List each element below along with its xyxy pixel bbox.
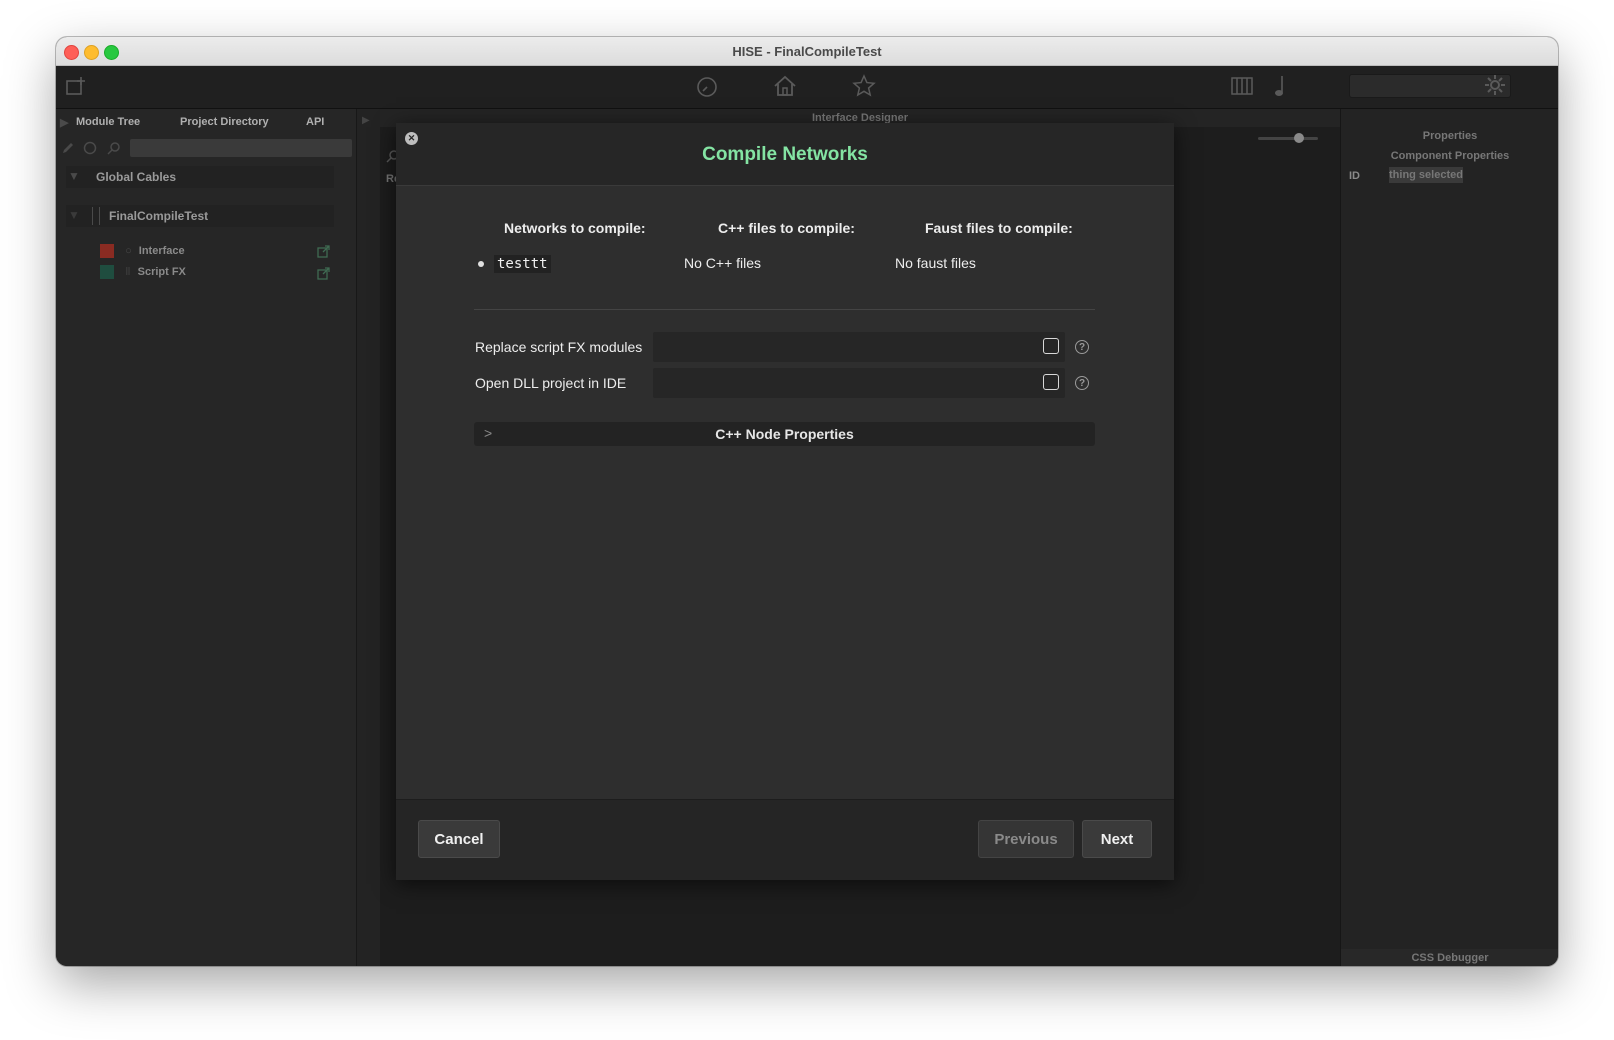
drag-handle-icon[interactable]: ‖ xyxy=(125,266,130,278)
tab-api[interactable]: API xyxy=(306,116,324,128)
global-cables-row[interactable]: ▼ Global Cables xyxy=(66,166,334,188)
edit-pencil-icon[interactable] xyxy=(61,141,75,155)
component-properties-header: Component Properties xyxy=(1390,150,1510,162)
new-window-icon[interactable] xyxy=(65,75,87,97)
next-button[interactable]: Next xyxy=(1082,820,1152,858)
previous-button[interactable]: Previous xyxy=(978,820,1074,858)
tree-item-label: Interface xyxy=(138,244,185,257)
expand-arrow-icon[interactable]: ▶ xyxy=(362,115,370,126)
global-cables-label: Global Cables xyxy=(96,170,177,184)
tree-item-script-fx[interactable]: ‖ Script FX xyxy=(100,265,186,279)
help-icon[interactable]: ? xyxy=(1075,340,1089,354)
open-dll-checkbox[interactable] xyxy=(1043,374,1059,390)
section-divider xyxy=(474,309,1095,310)
network-list-item: testtt xyxy=(494,255,551,273)
filter-icon[interactable] xyxy=(83,141,97,155)
settings-gear-icon[interactable] xyxy=(1484,74,1506,96)
dialog-footer: Cancel Previous Next xyxy=(396,799,1174,880)
properties-panel: Properties Component Properties ID thing… xyxy=(1340,109,1558,966)
tree-item-interface[interactable]: ○ Interface xyxy=(100,244,185,258)
module-tree-panel: ▶ Module Tree Project Directory API ▼ Gl… xyxy=(56,109,356,966)
window-title: HISE - FinalCompileTest xyxy=(732,44,882,59)
power-icon[interactable]: ○ xyxy=(125,245,132,257)
title-bar: HISE - FinalCompileTest xyxy=(56,37,1558,66)
collapsed-panel-strip: ▶ xyxy=(356,109,381,966)
open-popup-icon[interactable] xyxy=(317,267,330,280)
help-icon[interactable]: ? xyxy=(1075,376,1089,390)
module-search-input[interactable] xyxy=(130,139,352,157)
tab-module-tree[interactable]: Module Tree xyxy=(76,116,140,128)
open-popup-icon[interactable] xyxy=(317,245,330,258)
compile-networks-dialog: ✕ Compile Networks Networks to compile: … xyxy=(396,123,1174,880)
zoom-slider[interactable] xyxy=(1258,137,1318,140)
networks-heading: Networks to compile: xyxy=(504,220,646,236)
search-icon xyxy=(107,142,120,155)
replace-script-fx-checkbox[interactable] xyxy=(1043,338,1059,354)
list-bullet xyxy=(478,261,484,267)
module-color-swatch xyxy=(100,265,114,279)
expand-arrow-icon[interactable]: ▼ xyxy=(68,208,80,222)
replace-script-fx-label: Replace script FX modules xyxy=(475,339,643,355)
tree-item-label: Script FX xyxy=(137,265,186,278)
root-module-row[interactable]: ▼ FinalCompileTest xyxy=(66,205,334,227)
cpp-files-value: No C++ files xyxy=(684,255,762,271)
faust-files-value: No faust files xyxy=(895,255,976,271)
id-value-field[interactable]: thing selected xyxy=(1389,167,1463,183)
performance-meter-icon[interactable] xyxy=(696,76,718,98)
metronome-icon[interactable] xyxy=(1271,74,1289,98)
collapse-arrow-icon[interactable]: ▶ xyxy=(60,116,68,129)
id-label: ID xyxy=(1349,170,1360,182)
app-window: HISE - FinalCompileTest ▶ Module Tree Pr… xyxy=(56,37,1558,966)
expand-arrow-icon[interactable]: ▼ xyxy=(68,169,80,183)
dialog-header: ✕ Compile Networks xyxy=(396,123,1174,186)
section-label: C++ Node Properties xyxy=(715,426,854,442)
open-dll-field xyxy=(653,368,1065,398)
css-debugger-header[interactable]: CSS Debugger xyxy=(1341,949,1558,966)
cpp-node-properties-section[interactable]: > C++ Node Properties xyxy=(474,422,1095,446)
replace-script-fx-field xyxy=(653,332,1065,362)
left-panel-tabs: ▶ Module Tree Project Directory API xyxy=(56,109,356,131)
open-dll-label: Open DLL project in IDE xyxy=(475,375,627,391)
zoom-slider-thumb[interactable] xyxy=(1294,133,1304,143)
dialog-title: Compile Networks xyxy=(702,144,868,165)
cancel-button[interactable]: Cancel xyxy=(418,820,500,858)
main-toolbar xyxy=(56,66,1558,109)
home-icon[interactable] xyxy=(772,74,798,98)
root-module-label: FinalCompileTest xyxy=(109,209,209,223)
star-icon[interactable] xyxy=(852,74,876,98)
drag-handle-icon[interactable] xyxy=(92,207,100,225)
module-color-swatch xyxy=(100,244,114,258)
keyboard-icon[interactable] xyxy=(1231,76,1253,96)
cpp-files-heading: C++ files to compile: xyxy=(718,220,855,236)
tab-project-directory[interactable]: Project Directory xyxy=(180,116,269,128)
properties-header: Properties xyxy=(1422,130,1478,142)
faust-files-heading: Faust files to compile: xyxy=(925,220,1073,236)
